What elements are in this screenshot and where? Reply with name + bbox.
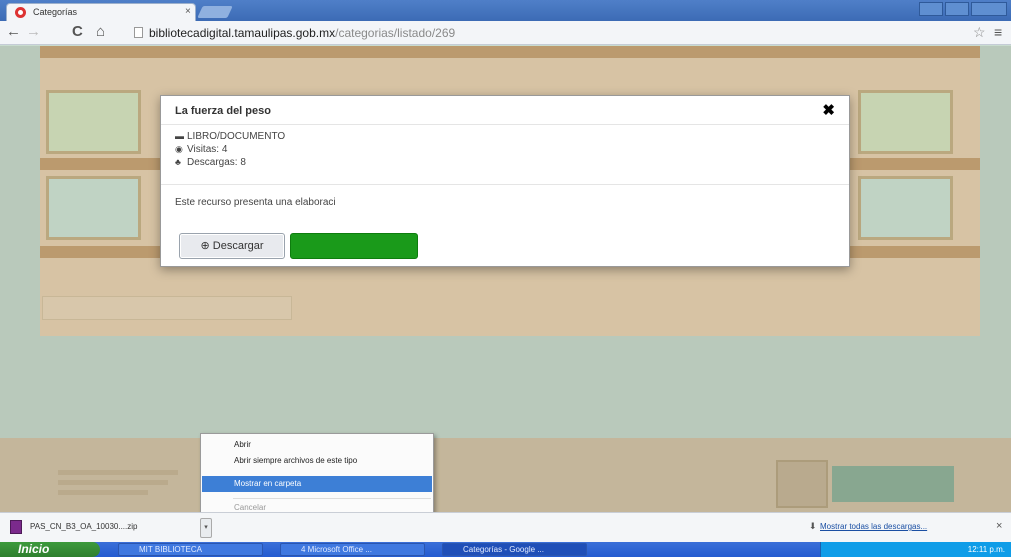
clock: 12:11 p.m. (967, 545, 1005, 554)
download-menu-arrow-icon[interactable]: ▾ (200, 518, 212, 538)
green-action-button[interactable] (290, 233, 418, 259)
modal-title: La fuerza del peso (175, 105, 271, 117)
reload-icon[interactable]: C (72, 24, 83, 40)
menu-separator (233, 498, 431, 499)
download-context-menu: Abrir Abrir siempre archivos de este tip… (200, 433, 434, 519)
start-label: Inicio (18, 542, 50, 556)
download-shelf: PAS_CN_B3_OA_10030....zip ▾ ⬇ Mostrar to… (0, 512, 1011, 542)
menu-item-show-in-folder[interactable]: Mostrar en carpeta (202, 476, 432, 492)
views-label: Visitas: 4 (187, 144, 228, 155)
menu-item-always-open[interactable]: Abrir siempre archivos de este tipo (202, 453, 432, 469)
download-shelf-close-icon[interactable]: × (996, 520, 1002, 532)
tab-title: Categorías (33, 7, 78, 17)
taskbar-item[interactable]: Categorías - Google ... (442, 543, 587, 556)
maximize-button[interactable] (945, 2, 969, 16)
address-bar[interactable]: bibliotecadigital.tamaulipas.gob.mx/cate… (128, 24, 988, 42)
downloads-label: Descargas: 8 (187, 157, 246, 168)
browser-toolbar: ← → C ⌂ bibliotecadigital.tamaulipas.gob… (0, 21, 1011, 45)
home-icon[interactable]: ⌂ (96, 24, 105, 40)
url-path: /categorias/listado/269 (335, 26, 456, 40)
resource-downloads: ♣ Descargas: 8 (175, 157, 246, 168)
new-tab-button[interactable] (197, 6, 233, 18)
bookmark-star-icon[interactable]: ☆ (973, 24, 986, 41)
zip-file-icon (10, 520, 22, 534)
download-item[interactable]: PAS_CN_B3_OA_10030....zip ▾ (8, 517, 214, 539)
window-close-button[interactable] (971, 2, 1007, 16)
minimize-button[interactable] (919, 2, 943, 16)
page-icon (134, 27, 143, 38)
modal-header: La fuerza del peso ✖ (161, 96, 849, 125)
download-button-label: Descargar (212, 240, 264, 252)
download-file-name[interactable]: PAS_CN_B3_OA_10030....zip (30, 522, 137, 531)
resource-description: Este recurso presenta una elaboraci (175, 197, 336, 208)
browser-titlebar: Categorías × (0, 0, 1011, 21)
resource-modal: La fuerza del peso ✖ ▬ LIBRO/DOCUMENTO ◉ V… (160, 95, 850, 267)
opera-icon (15, 7, 26, 18)
folder-icon: ▬ (175, 131, 184, 141)
resource-type-label: LIBRO/DOCUMENTO (187, 131, 286, 142)
taskbar-item[interactable]: MIT BIBLIOTECA (118, 543, 263, 556)
back-icon[interactable]: ← (6, 24, 21, 40)
menu-item-open[interactable]: Abrir (202, 437, 432, 453)
users-icon: ♣ (175, 157, 181, 167)
system-tray: 12:11 p.m. (820, 542, 1011, 557)
browser-tab[interactable]: Categorías × (6, 3, 196, 21)
download-icon: ⊕ (200, 240, 210, 252)
taskbar-item[interactable]: 4 Microsoft Office ... (280, 543, 425, 556)
start-button[interactable]: Inicio (0, 542, 100, 557)
eye-icon: ◉ (175, 144, 183, 154)
close-icon[interactable]: ✖ (822, 101, 835, 119)
tab-close-icon[interactable]: × (185, 6, 191, 17)
download-button[interactable]: ⊕ Descargar (179, 233, 285, 259)
url-host: bibliotecadigital.tamaulipas.gob.mx (149, 26, 336, 40)
download-arrow-icon: ⬇ (809, 521, 817, 531)
modal-divider (161, 184, 849, 185)
show-all-downloads-link[interactable]: Mostrar todas las descargas... (820, 522, 927, 531)
browser-menu-icon[interactable]: ≡ (994, 24, 1002, 40)
resource-type: ▬ LIBRO/DOCUMENTO (175, 131, 285, 142)
resource-views: ◉ Visitas: 4 (175, 144, 227, 155)
forward-icon[interactable]: → (26, 24, 41, 40)
windows-taskbar: Inicio MIT BIBLIOTECA 4 Microsoft Office… (0, 542, 1011, 557)
window-controls (919, 2, 1007, 16)
